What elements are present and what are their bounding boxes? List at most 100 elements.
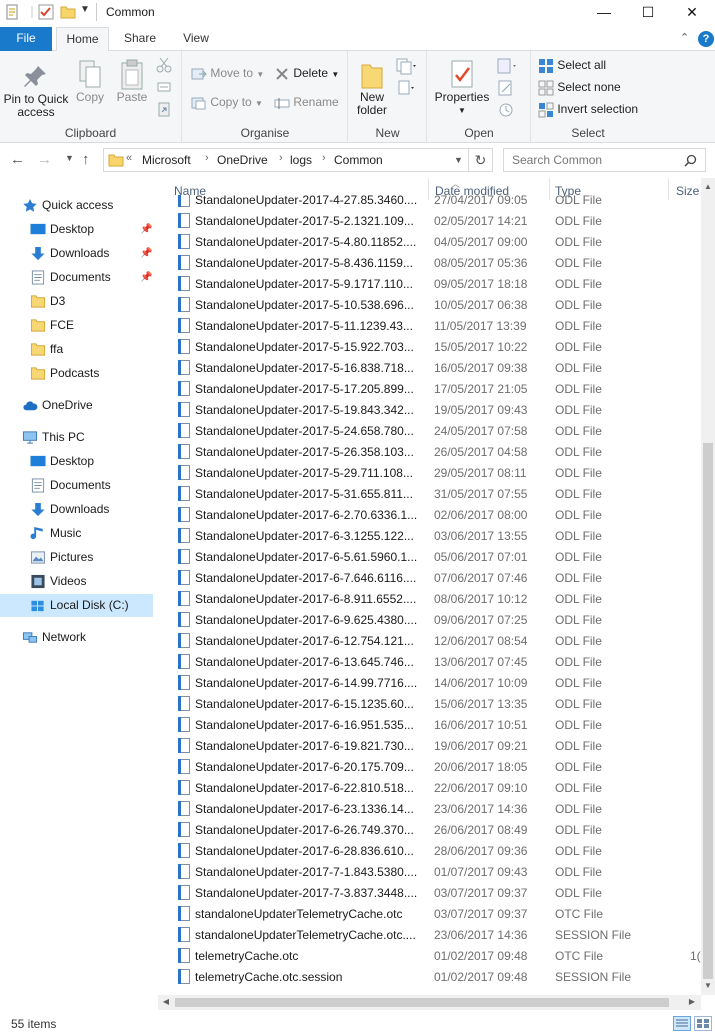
file-row[interactable]: StandaloneUpdater-2017-5-19.843.342... 19… bbox=[158, 399, 703, 420]
breadcrumb-microsoft[interactable]: Microsoft bbox=[142, 153, 191, 167]
new-item-icon[interactable] bbox=[396, 57, 418, 75]
scroll-right-icon[interactable]: ▶ bbox=[685, 995, 699, 1009]
file-row[interactable]: StandaloneUpdater-2017-6-19.821.730... 19… bbox=[158, 735, 703, 756]
nav-quick-access[interactable]: Quick access bbox=[0, 194, 153, 217]
file-row[interactable]: StandaloneUpdater-2017-6-2.70.6336.1... 0… bbox=[158, 504, 703, 525]
invert-selection-button[interactable]: Invert selection bbox=[538, 99, 638, 119]
overflow-icon[interactable]: « bbox=[126, 152, 132, 164]
help-icon[interactable]: ? bbox=[698, 31, 714, 47]
move-to-button[interactable]: Move to ▼ bbox=[191, 63, 264, 83]
file-row[interactable]: StandaloneUpdater-2017-6-7.646.6116.... 0… bbox=[158, 567, 703, 588]
large-icons-view-icon[interactable] bbox=[694, 1016, 712, 1031]
file-row[interactable]: StandaloneUpdater-2017-5-4.80.11852.... 0… bbox=[158, 231, 703, 252]
nav-folder-podcasts[interactable]: Podcasts bbox=[0, 362, 153, 385]
file-row[interactable]: StandaloneUpdater-2017-7-1.843.5380.... 0… bbox=[158, 861, 703, 882]
file-row[interactable]: StandaloneUpdater-2017-6-23.1336.14... 23… bbox=[158, 798, 703, 819]
copy-to-button[interactable]: Copy to ▼ bbox=[191, 92, 263, 112]
new-folder-button[interactable]: New folder bbox=[351, 59, 393, 117]
nav-pc-music[interactable]: Music bbox=[0, 522, 153, 545]
back-arrow-icon[interactable]: ← bbox=[10, 151, 25, 168]
nav-pc-downloads[interactable]: Downloads bbox=[0, 498, 153, 521]
select-none-button[interactable]: Select none bbox=[538, 77, 621, 97]
pin-icon[interactable]: 📌 bbox=[140, 266, 152, 289]
rename-button[interactable]: Rename bbox=[274, 92, 339, 112]
chevron-right-icon[interactable]: › bbox=[205, 152, 209, 164]
nav-pinned-documents[interactable]: Documents 📌 bbox=[0, 266, 153, 289]
delete-button[interactable]: Delete ▼ bbox=[274, 63, 339, 83]
customize-quick-access-icon[interactable]: ▼ bbox=[80, 4, 90, 15]
file-row[interactable]: telemetryCache.otc.session 01/02/2017 09:… bbox=[158, 966, 703, 987]
chevron-right-icon[interactable]: › bbox=[279, 152, 283, 164]
forward-arrow-icon[interactable]: → bbox=[37, 151, 52, 168]
file-row[interactable]: StandaloneUpdater-2017-5-10.538.696... 10… bbox=[158, 294, 703, 315]
nav-pinned-desktop[interactable]: Desktop 📌 bbox=[0, 218, 153, 241]
scroll-up-icon[interactable]: ▲ bbox=[701, 180, 715, 194]
nav-folder-ffa[interactable]: ffa bbox=[0, 338, 153, 361]
vertical-scrollbar[interactable]: ▲ ▼ bbox=[701, 178, 715, 995]
file-row[interactable]: StandaloneUpdater-2017-5-16.838.718... 16… bbox=[158, 357, 703, 378]
horizontal-scrollbar[interactable]: ◀ ▶ bbox=[158, 995, 701, 1010]
copy-path-icon[interactable] bbox=[156, 79, 172, 95]
nav-pc-documents[interactable]: Documents bbox=[0, 474, 153, 497]
scroll-left-icon[interactable]: ◀ bbox=[159, 995, 173, 1009]
search-input[interactable]: Search Common bbox=[503, 148, 706, 172]
nav-folder-fce[interactable]: FCE bbox=[0, 314, 153, 337]
paste-shortcut-icon[interactable] bbox=[156, 101, 172, 117]
nav-pinned-downloads[interactable]: Downloads 📌 bbox=[0, 242, 153, 265]
breadcrumb-common[interactable]: Common bbox=[334, 153, 383, 167]
breadcrumb-onedrive[interactable]: OneDrive bbox=[217, 153, 268, 167]
file-row[interactable]: StandaloneUpdater-2017-6-13.645.746... 13… bbox=[158, 651, 703, 672]
file-row[interactable]: StandaloneUpdater-2017-6-9.625.4380.... 0… bbox=[158, 609, 703, 630]
file-row[interactable]: StandaloneUpdater-2017-6-3.1255.122... 03… bbox=[158, 525, 703, 546]
properties-quick-icon[interactable] bbox=[5, 4, 21, 20]
vertical-scroll-thumb[interactable] bbox=[703, 443, 713, 979]
file-row[interactable]: telemetryCache.otc 01/02/2017 09:48 OTC Fi… bbox=[158, 945, 703, 966]
refresh-icon[interactable]: ↻ bbox=[469, 148, 493, 172]
address-dropdown-icon[interactable]: ▼ bbox=[454, 155, 463, 165]
file-row[interactable]: StandaloneUpdater-2017-5-9.1717.110... 09… bbox=[158, 273, 703, 294]
scroll-down-icon[interactable]: ▼ bbox=[701, 979, 715, 993]
file-row[interactable]: StandaloneUpdater-2017-6-5.61.5960.1... 0… bbox=[158, 546, 703, 567]
chevron-right-icon[interactable]: › bbox=[322, 152, 326, 164]
file-row[interactable]: StandaloneUpdater-2017-6-20.175.709... 20… bbox=[158, 756, 703, 777]
address-bar[interactable]: « Microsoft › OneDrive › logs › Common ▼ bbox=[103, 148, 469, 172]
tab-share[interactable]: Share bbox=[116, 27, 164, 52]
easy-access-icon[interactable] bbox=[396, 79, 418, 97]
maximize-button[interactable]: ☐ bbox=[625, 0, 671, 25]
nav-pc-pictures[interactable]: Pictures bbox=[0, 546, 153, 569]
nav-network[interactable]: Network bbox=[0, 626, 153, 649]
file-row[interactable]: StandaloneUpdater-2017-5-2.1321.109... 02… bbox=[158, 210, 703, 231]
nav-folder-d3[interactable]: D3 bbox=[0, 290, 153, 313]
open-icon[interactable] bbox=[497, 57, 519, 75]
file-row[interactable]: StandaloneUpdater-2017-6-16.951.535... 16… bbox=[158, 714, 703, 735]
breadcrumb-logs[interactable]: logs bbox=[290, 153, 312, 167]
file-row[interactable]: StandaloneUpdater-2017-5-15.922.703... 15… bbox=[158, 336, 703, 357]
history-icon[interactable] bbox=[497, 101, 515, 119]
file-row[interactable]: StandaloneUpdater-2017-6-28.836.610... 28… bbox=[158, 840, 703, 861]
details-view-icon[interactable] bbox=[673, 1016, 691, 1031]
new-folder-quick-icon[interactable] bbox=[60, 4, 76, 20]
file-row[interactable]: StandaloneUpdater-2017-6-15.1235.60... 15… bbox=[158, 693, 703, 714]
paste-button[interactable]: Paste bbox=[112, 59, 152, 104]
nav-onedrive[interactable]: OneDrive bbox=[0, 394, 153, 417]
recent-locations-chevron-icon[interactable]: ▼ bbox=[65, 153, 74, 163]
tab-view[interactable]: View bbox=[172, 27, 220, 52]
nav-pc-videos[interactable]: Videos bbox=[0, 570, 153, 593]
up-arrow-icon[interactable]: ↑ bbox=[82, 151, 90, 168]
pin-quick-access-button[interactable]: Pin to Quick access bbox=[2, 63, 70, 119]
select-all-button[interactable]: Select all bbox=[538, 55, 606, 75]
file-row[interactable]: StandaloneUpdater-2017-5-26.358.103... 26… bbox=[158, 441, 703, 462]
file-row[interactable]: StandaloneUpdater-2017-6-22.810.518... 22… bbox=[158, 777, 703, 798]
file-row[interactable]: StandaloneUpdater-2017-5-17.205.899... 17… bbox=[158, 378, 703, 399]
chevron-up-icon[interactable]: ⌃ bbox=[680, 31, 689, 44]
edit-icon[interactable] bbox=[497, 79, 515, 97]
file-row[interactable]: StandaloneUpdater-2017-5-31.655.811... 31… bbox=[158, 483, 703, 504]
pin-icon[interactable]: 📌 bbox=[140, 218, 152, 241]
tab-file[interactable]: File bbox=[0, 27, 52, 51]
nav-pc-local-disk[interactable]: Local Disk (C:) bbox=[0, 594, 153, 617]
file-row[interactable]: StandaloneUpdater-2017-6-12.754.121... 12… bbox=[158, 630, 703, 651]
file-row[interactable]: standaloneUpdaterTelemetryCache.otc.... 2… bbox=[158, 924, 703, 945]
file-row[interactable]: StandaloneUpdater-2017-7-3.837.3448.... 0… bbox=[158, 882, 703, 903]
checkmark-quick-icon[interactable] bbox=[38, 4, 54, 20]
nav-pc-desktop[interactable]: Desktop bbox=[0, 450, 153, 473]
